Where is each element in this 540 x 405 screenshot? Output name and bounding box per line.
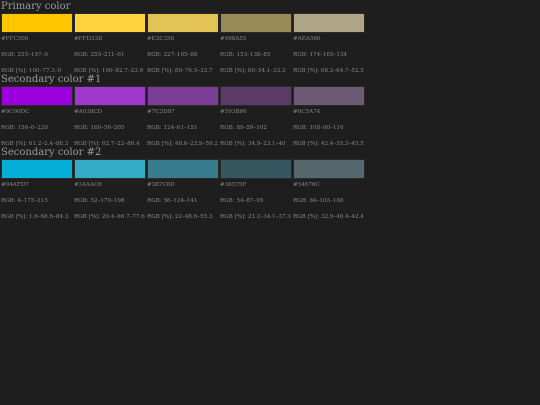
swatch-card: #387C8D RGB: 56–124–141 RGB [%]: 22–48.6… [147,159,219,220]
hex-code: #04AFD7 [1,182,29,188]
rgb-percent-value: RGB [%]: 34.9–23.1–40 [220,141,286,147]
color-swatch [293,13,365,33]
swatch-card: #998A55 RGB: 153–138–85 RGB [%]: 60–54.1… [220,13,292,74]
rgb-percent-value: RGB [%]: 68.2–64.7–52.5 [293,68,364,74]
section-title: Secondary color #2 [1,147,102,158]
swatch-card: #7C3D97 RGB: 124–61–151 RGB [%]: 48.6–23… [147,86,219,147]
color-swatch [220,86,292,106]
color-swatch [220,13,292,33]
color-swatch [1,159,73,179]
swatch-card: #593B66 RGB: 89–59–102 RGB [%]: 34.9–23.… [220,86,292,147]
swatch-card: #36575F RGB: 54–87–95 RGB [%]: 21.2–34.1… [220,159,292,220]
rgb-value: RGB: 153–138–85 [220,52,271,58]
rgb-value: RGB: 52–170–198 [74,198,125,204]
swatch-card: #04AFD7 RGB: 4–175–215 RGB [%]: 1.6–68.6… [1,159,73,220]
rgb-percent-value: RGB [%]: 1.6–68.6–84.3 [1,214,69,220]
hex-code: #AEA586 [293,36,321,42]
hex-code: #387C8D [147,182,175,188]
rgb-value: RGB: 54–87–95 [220,198,264,204]
hex-code: #E3C356 [147,36,175,42]
rgb-value: RGB: 160–56–205 [74,125,125,131]
hex-code: #FFD33D [74,36,103,42]
swatch-row: #FFC500 RGB: 255–197–0 RGB [%]: 100–77.3… [1,13,539,74]
color-swatch [1,86,73,106]
hex-code: #998A55 [220,36,247,42]
secondary-color-1-section: Secondary color #1 #9C00DC RGB: 156–0–22… [1,74,539,147]
section-title: Primary color [1,1,71,12]
swatch-card: #E3C356 RGB: 227–195–86 RGB [%]: 89–76.5… [147,13,219,74]
hex-code: #36575F [220,182,247,188]
rgb-percent-value: RGB [%]: 32.9–40.4–42.4 [293,214,364,220]
hex-code: #6C5A74 [293,109,321,115]
swatch-card: #AEA586 RGB: 174–165–134 RGB [%]: 68.2–6… [293,13,365,74]
swatch-card: #FFD33D RGB: 255–211–61 RGB [%]: 100–82.… [74,13,146,74]
swatch-card: #A038CD RGB: 160–56–205 RGB [%]: 62.7–22… [74,86,146,147]
color-swatch [147,86,219,106]
color-swatch [293,159,365,179]
color-swatch [220,159,292,179]
rgb-value: RGB: 56–124–141 [147,198,198,204]
swatch-card: #6C5A74 RGB: 108–90–116 RGB [%]: 42.4–35… [293,86,365,147]
color-swatch [74,159,146,179]
hex-code: #FFC500 [1,36,29,42]
secondary-color-2-section: Secondary color #2 #04AFD7 RGB: 4–175–21… [1,147,539,220]
hex-code: #54676C [293,182,320,188]
rgb-percent-value: RGB [%]: 89–76.5–33.7 [147,68,213,74]
rgb-percent-value: RGB [%]: 22–48.6–55.3 [147,214,213,220]
hex-code: #34AAC6 [74,182,102,188]
swatch-row: #04AFD7 RGB: 4–175–215 RGB [%]: 1.6–68.6… [1,159,539,220]
rgb-percent-value: RGB [%]: 20.4–66.7–77.6 [74,214,145,220]
color-swatch [74,86,146,106]
primary-color-section: Primary color #FFC500 RGB: 255–197–0 RGB… [1,1,539,74]
rgb-percent-value: RGB [%]: 42.4–35.3–45.5 [293,141,364,147]
swatch-card: #34AAC6 RGB: 52–170–198 RGB [%]: 20.4–66… [74,159,146,220]
section-title: Secondary color #1 [1,74,102,85]
rgb-value: RGB: 124–61–151 [147,125,198,131]
rgb-value: RGB: 255–197–0 [1,52,48,58]
rgb-percent-value: RGB [%]: 48.6–23.9–59.2 [147,141,218,147]
rgb-value: RGB: 108–90–116 [293,125,344,131]
color-swatch [293,86,365,106]
rgb-value: RGB: 255–211–61 [74,52,125,58]
swatch-card: #54676C RGB: 84–103–108 RGB [%]: 32.9–40… [293,159,365,220]
rgb-value: RGB: 84–103–108 [293,198,344,204]
hex-code: #9C00DC [1,109,30,115]
hex-code: #7C3D97 [147,109,175,115]
rgb-value: RGB: 89–59–102 [220,125,267,131]
hex-code: #A038CD [74,109,103,115]
rgb-value: RGB: 174–165–134 [293,52,348,58]
swatch-card: #9C00DC RGB: 156–0–220 RGB [%]: 61.2–2.4… [1,86,73,147]
swatch-card: #FFC500 RGB: 255–197–0 RGB [%]: 100–77.3… [1,13,73,74]
swatch-row: #9C00DC RGB: 156–0–220 RGB [%]: 61.2–2.4… [1,86,539,147]
color-palette-page: Primary color #FFC500 RGB: 255–197–0 RGB… [1,1,539,220]
color-swatch [1,13,73,33]
rgb-percent-value: RGB [%]: 60–54.1–33.3 [220,68,286,74]
color-swatch [74,13,146,33]
rgb-value: RGB: 4–175–215 [1,198,48,204]
color-swatch [147,159,219,179]
rgb-percent-value: RGB [%]: 21.2–34.1–37.3 [220,214,291,220]
rgb-value: RGB: 227–195–86 [147,52,198,58]
rgb-value: RGB: 156–0–220 [1,125,48,131]
hex-code: #593B66 [220,109,247,115]
color-swatch [147,13,219,33]
